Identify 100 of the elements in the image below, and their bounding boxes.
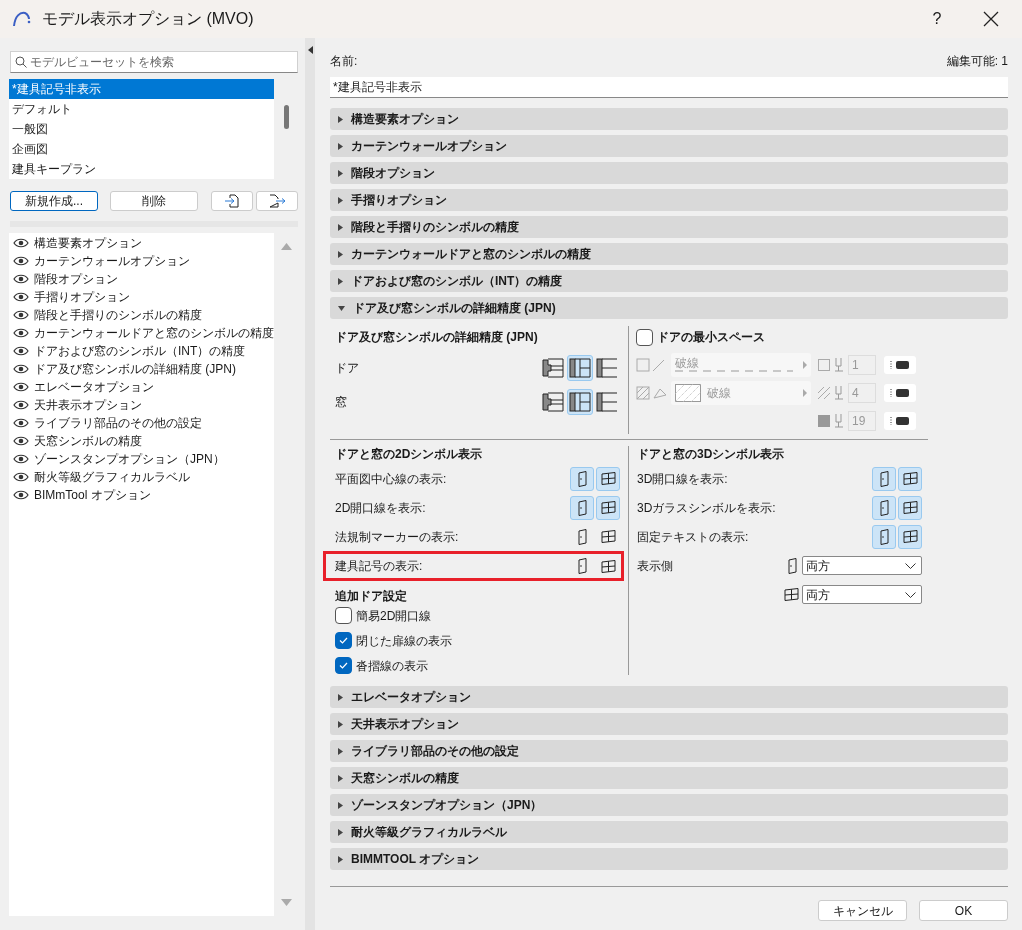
window-side-dropdown[interactable]: 両方: [802, 585, 922, 604]
section-header[interactable]: ライブラリ部品のその他の設定: [330, 740, 1008, 762]
section-header[interactable]: カーテンウォールオプション: [330, 135, 1008, 157]
section-header[interactable]: カーテンウォールドアと窓のシンボルの精度: [330, 243, 1008, 265]
help-button[interactable]: ?: [914, 0, 960, 38]
toggle-button[interactable]: [596, 495, 620, 520]
option-item[interactable]: ライブラリ部品のその他の設定: [34, 414, 202, 432]
eye-icon[interactable]: [13, 364, 29, 374]
section-header[interactable]: 耐火等級グラフィカルラベル: [330, 821, 1008, 843]
export-button[interactable]: [256, 191, 298, 211]
option-item[interactable]: 階段オプション: [34, 270, 118, 288]
eye-icon[interactable]: [13, 274, 29, 284]
option-item[interactable]: 耐火等級グラフィカルラベル: [34, 468, 190, 486]
toggle-button[interactable]: [898, 524, 922, 549]
cancel-button[interactable]: キャンセル: [818, 900, 907, 921]
toggle-button[interactable]: [872, 466, 896, 491]
pattern-icon: [890, 416, 910, 426]
window-icon: [600, 501, 616, 514]
option-item[interactable]: ゾーンスタンプオプション（JPN）: [34, 450, 225, 468]
option-item[interactable]: カーテンウォールオプション: [34, 252, 190, 270]
detailed-frame-icon: [542, 392, 564, 412]
preset-item[interactable]: *建具記号非表示: [9, 79, 274, 99]
eye-icon[interactable]: [13, 310, 29, 320]
pen-pattern-button[interactable]: [884, 412, 916, 430]
precision-option[interactable]: [594, 355, 620, 381]
pen-pattern-button[interactable]: [884, 356, 916, 374]
detailed-frame-icon: [542, 358, 564, 378]
precision-option[interactable]: [594, 389, 620, 415]
door-icon: [879, 470, 889, 487]
option-item[interactable]: ドア及び窓シンボルの詳細精度 (JPN): [34, 360, 236, 378]
precision-option[interactable]: [567, 389, 593, 415]
door-side-dropdown[interactable]: 両方: [802, 556, 922, 575]
checkbox[interactable]: [636, 328, 653, 346]
section-header[interactable]: 階段オプション: [330, 162, 1008, 184]
eye-icon[interactable]: [13, 346, 29, 356]
option-item[interactable]: カーテンウォールドアと窓のシンボルの精度: [34, 324, 274, 342]
toggle-button[interactable]: [898, 466, 922, 491]
ok-button[interactable]: OK: [919, 900, 1008, 921]
checkbox[interactable]: [335, 657, 352, 674]
section-header[interactable]: 手摺りオプション: [330, 189, 1008, 211]
setting-label: 3Dガラスシンボルを表示:: [637, 499, 777, 517]
option-item[interactable]: 天井表示オプション: [34, 396, 142, 414]
eye-icon[interactable]: [13, 472, 29, 482]
pen-pattern-button[interactable]: [884, 384, 916, 402]
section-header[interactable]: 天窓シンボルの精度: [330, 767, 1008, 789]
toggle-button[interactable]: [872, 495, 896, 520]
eye-icon[interactable]: [13, 292, 29, 302]
toggle-button[interactable]: [872, 524, 896, 549]
eye-icon[interactable]: [13, 382, 29, 392]
eye-icon[interactable]: [13, 328, 29, 338]
toggle-button[interactable]: [898, 495, 922, 520]
name-field[interactable]: *建具記号非表示: [330, 77, 1008, 98]
checkbox[interactable]: [335, 607, 352, 624]
section-3d-title: ドアと窓の3Dシンボル表示: [637, 446, 786, 463]
option-item[interactable]: 階段と手摺りのシンボルの精度: [34, 306, 202, 324]
option-item[interactable]: 天窓シンボルの精度: [34, 432, 142, 450]
section-header[interactable]: ドアおよび窓のシンボル（INT）の精度: [330, 270, 1008, 292]
checkbox-label: 簡易2D開口線: [356, 607, 432, 625]
new-button[interactable]: 新規作成...: [10, 191, 98, 211]
precision-option[interactable]: [540, 355, 566, 381]
import-button[interactable]: [211, 191, 253, 211]
eye-icon[interactable]: [13, 238, 29, 248]
preset-item[interactable]: 企画図: [9, 139, 274, 159]
window-icon: [902, 501, 918, 514]
precision-option[interactable]: [540, 389, 566, 415]
medium-frame-icon: [569, 358, 591, 378]
section-header[interactable]: エレベータオプション: [330, 686, 1008, 708]
eye-icon[interactable]: [13, 490, 29, 500]
option-item[interactable]: 手摺りオプション: [34, 288, 130, 306]
section-header[interactable]: 天井表示オプション: [330, 713, 1008, 735]
section-header[interactable]: ドア及び窓シンボルの詳細精度 (JPN): [330, 297, 1008, 319]
scrollbar-thumb[interactable]: [283, 105, 289, 129]
checkbox[interactable]: [335, 632, 352, 649]
collapse-arrow-icon[interactable]: [307, 46, 313, 54]
eye-icon[interactable]: [13, 454, 29, 464]
precision-option[interactable]: [567, 355, 593, 381]
delete-button[interactable]: 削除: [110, 191, 198, 211]
section-header[interactable]: 構造要素オプション: [330, 108, 1008, 130]
toggle-button[interactable]: [570, 495, 594, 520]
section-header[interactable]: ゾーンスタンプオプション（JPN）: [330, 794, 1008, 816]
eye-icon[interactable]: [13, 400, 29, 410]
preset-item[interactable]: 一般図: [9, 119, 274, 139]
toggle-button[interactable]: [570, 466, 594, 491]
preset-item[interactable]: 建具キープラン: [9, 159, 274, 179]
line-pen-icon: [818, 359, 830, 371]
search-field[interactable]: モデルビューセットを検索: [10, 51, 298, 73]
option-item[interactable]: エレベータオプション: [34, 378, 154, 396]
eye-icon[interactable]: [13, 256, 29, 266]
preset-item[interactable]: デフォルト: [9, 99, 274, 119]
simple-frame-icon: [596, 358, 618, 378]
option-item[interactable]: 構造要素オプション: [34, 234, 142, 252]
toggle-button[interactable]: [596, 466, 620, 491]
section-header[interactable]: 階段と手摺りのシンボルの精度: [330, 216, 1008, 238]
section-header[interactable]: BIMMTOOL オプション: [330, 848, 1008, 870]
window-icon: [600, 530, 616, 543]
option-item[interactable]: BIMmTool オプション: [34, 486, 151, 504]
window-icon: [600, 472, 616, 485]
eye-icon[interactable]: [13, 436, 29, 446]
eye-icon[interactable]: [13, 418, 29, 428]
option-item[interactable]: ドアおよび窓のシンボル（INT）の精度: [34, 342, 246, 360]
